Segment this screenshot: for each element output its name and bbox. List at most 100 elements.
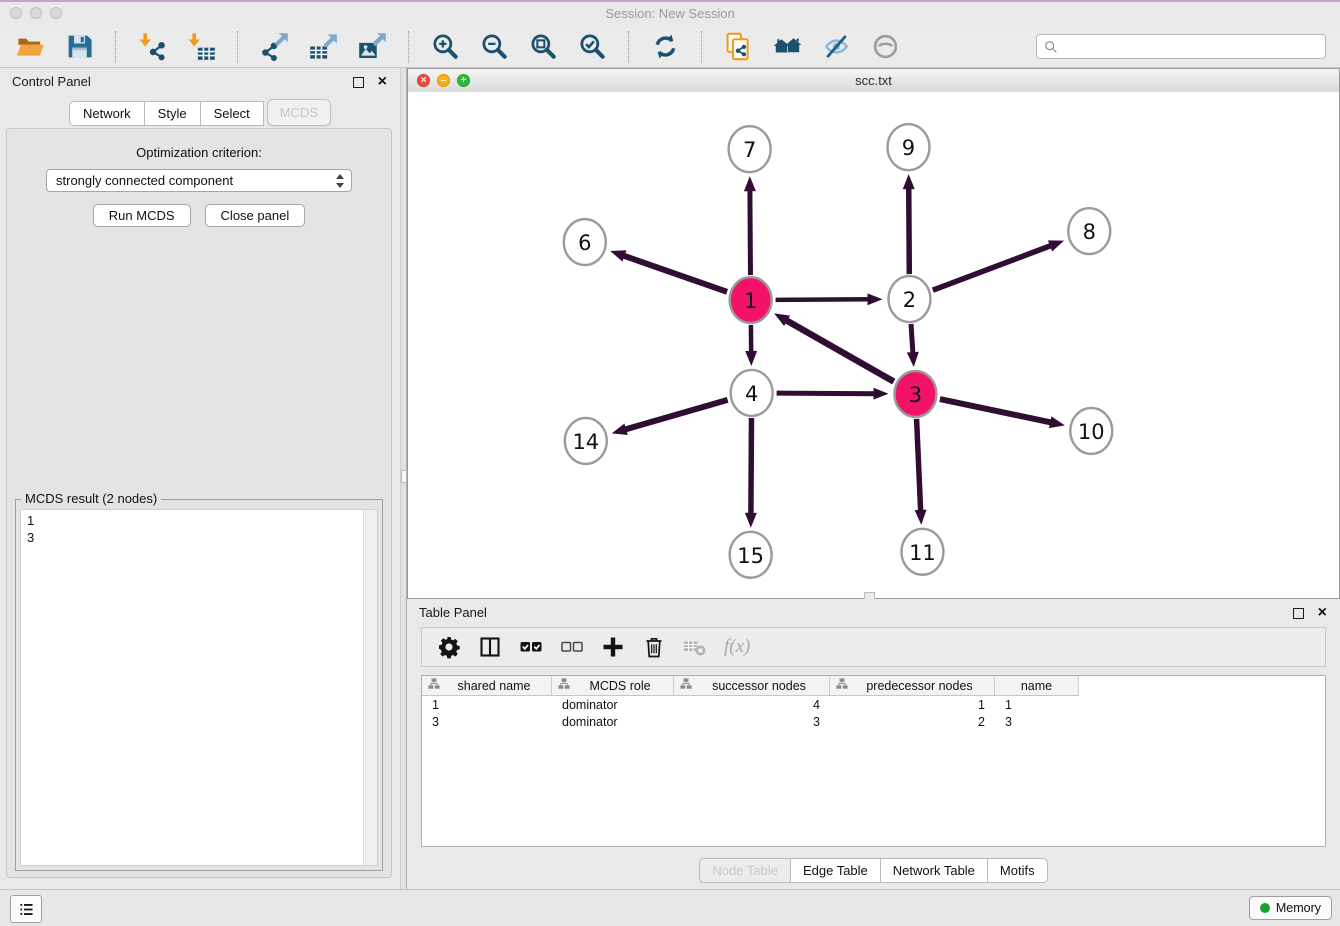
mcds-result-line: 1	[27, 512, 371, 529]
table-close-panel-icon[interactable]: ×	[1318, 602, 1327, 624]
frame-close-button[interactable]: ×	[417, 74, 430, 87]
zoom-fit-button[interactable]	[523, 29, 563, 65]
search-box[interactable]	[1036, 34, 1326, 59]
column-header-shared-name[interactable]: shared name	[422, 676, 552, 696]
delete-table-button	[683, 635, 707, 659]
graph-node-15[interactable]: 15	[730, 532, 772, 578]
export-image-button[interactable]	[352, 29, 392, 65]
vertical-splitter[interactable]	[400, 68, 407, 890]
column-header-mcds-role[interactable]: MCDS role	[552, 676, 674, 696]
window-maximize-button[interactable]	[50, 7, 62, 19]
graph-edge-2-8[interactable]	[933, 240, 1064, 290]
table-cell[interactable]: 3	[995, 715, 1079, 729]
table-cell[interactable]: 1	[830, 698, 995, 712]
graph-node-3[interactable]: 3	[894, 371, 936, 417]
graph-node-9[interactable]: 9	[887, 124, 929, 170]
table-float-panel-icon[interactable]	[1293, 608, 1304, 619]
close-panel-icon[interactable]: ×	[378, 71, 387, 93]
graph-edge-3-1[interactable]	[774, 313, 894, 381]
graph-node-10[interactable]: 10	[1070, 408, 1112, 454]
mcds-result-box[interactable]: 13	[20, 509, 378, 866]
network-window-titlebar[interactable]: × – + scc.txt	[408, 69, 1339, 93]
table-cell[interactable]: 2	[830, 715, 995, 729]
list-icon	[18, 901, 35, 918]
network-canvas[interactable]: 7 9 6 8 1 2 4 3 14 10 15 11	[408, 92, 1339, 598]
table-row[interactable]: 3dominator323	[422, 713, 1325, 730]
table-cell[interactable]: dominator	[552, 715, 674, 729]
deselect-all-button[interactable]	[560, 635, 584, 659]
zoom-out-button[interactable]	[474, 29, 514, 65]
window-minimize-button[interactable]	[30, 7, 42, 19]
search-input[interactable]	[1063, 38, 1318, 55]
network-graph[interactable]: 7 9 6 8 1 2 4 3 14 10 15 11	[408, 92, 1339, 598]
apply-layout-button[interactable]	[645, 29, 685, 65]
zoom-selected-button[interactable]	[572, 29, 612, 65]
table-cell[interactable]: 3	[422, 715, 552, 729]
import-network-button[interactable]	[132, 29, 172, 65]
graph-edge-2-3[interactable]	[907, 324, 919, 367]
status-bar: Memory	[0, 889, 1340, 926]
toggle-panel-button[interactable]	[478, 635, 502, 659]
float-panel-icon[interactable]	[353, 77, 364, 88]
graph-edge-3-10[interactable]	[940, 399, 1065, 428]
table-row[interactable]: 1dominator411	[422, 696, 1325, 713]
zoom-in-button[interactable]	[425, 29, 465, 65]
control-tab-network[interactable]: Network	[69, 101, 145, 126]
graph-edge-1-7[interactable]	[744, 176, 756, 275]
graph-node-6[interactable]: 6	[564, 219, 606, 265]
run-mcds-button[interactable]: Run MCDS	[93, 204, 191, 227]
graph-node-1[interactable]: 1	[730, 277, 772, 323]
control-tab-mcds[interactable]: MCDS	[267, 99, 331, 126]
table-tab-motifs[interactable]: Motifs	[988, 858, 1048, 883]
graph-edge-1-2[interactable]	[776, 293, 883, 305]
graph-edge-1-6[interactable]	[610, 250, 727, 292]
export-table-button[interactable]	[303, 29, 343, 65]
result-scrollbar[interactable]	[363, 510, 377, 865]
graph-edge-1-4[interactable]	[745, 325, 757, 366]
column-header-predecessor-nodes[interactable]: predecessor nodes	[830, 676, 995, 696]
table-tab-network-table[interactable]: Network Table	[881, 858, 988, 883]
graph-node-4[interactable]: 4	[731, 370, 773, 416]
graph-node-2[interactable]: 2	[888, 276, 930, 322]
settings-gear-button[interactable]	[437, 635, 461, 659]
table-cell[interactable]: 1	[995, 698, 1079, 712]
control-tab-select[interactable]: Select	[201, 101, 264, 126]
window-close-button[interactable]	[10, 7, 22, 19]
first-neighbors-button[interactable]	[767, 29, 807, 65]
select-all-button[interactable]	[519, 635, 543, 659]
open-session-button[interactable]	[10, 29, 50, 65]
table-tab-edge-table[interactable]: Edge Table	[791, 858, 881, 883]
table-cell[interactable]: dominator	[552, 698, 674, 712]
save-session-button[interactable]	[59, 29, 99, 65]
export-network-button[interactable]	[254, 29, 294, 65]
graph-edge-3-11[interactable]	[915, 419, 927, 525]
graph-edge-4-15[interactable]	[745, 418, 757, 528]
toolbar-separator	[701, 31, 702, 63]
table-cell[interactable]: 3	[674, 715, 830, 729]
control-tab-style[interactable]: Style	[145, 101, 201, 126]
graph-node-8[interactable]: 8	[1068, 208, 1110, 254]
show-panels-button[interactable]	[10, 895, 42, 923]
criterion-select[interactable]: strongly connected component	[46, 169, 352, 192]
frame-minimize-button[interactable]: –	[437, 74, 450, 87]
graph-edge-4-3[interactable]	[777, 388, 889, 400]
memory-button[interactable]: Memory	[1249, 896, 1332, 920]
table-tab-node-table[interactable]: Node Table	[699, 858, 791, 883]
copy-network-style-button[interactable]	[718, 29, 758, 65]
graph-edge-2-9[interactable]	[903, 174, 915, 274]
add-entry-button[interactable]	[601, 635, 625, 659]
delete-entry-button[interactable]	[642, 635, 666, 659]
table-cell[interactable]: 4	[674, 698, 830, 712]
show-hide-button[interactable]	[816, 29, 856, 65]
import-table-button[interactable]	[181, 29, 221, 65]
column-header-name[interactable]: name	[995, 676, 1079, 696]
graph-node-14[interactable]: 14	[565, 418, 607, 464]
frame-maximize-button[interactable]: +	[457, 74, 470, 87]
birds-eye-button[interactable]	[865, 29, 905, 65]
graph-edge-4-14[interactable]	[612, 400, 728, 435]
column-header-successor-nodes[interactable]: successor nodes	[674, 676, 830, 696]
close-panel-button[interactable]: Close panel	[205, 204, 306, 227]
graph-node-11[interactable]: 11	[901, 529, 943, 575]
graph-node-7[interactable]: 7	[729, 126, 771, 172]
table-cell[interactable]: 1	[422, 698, 552, 712]
